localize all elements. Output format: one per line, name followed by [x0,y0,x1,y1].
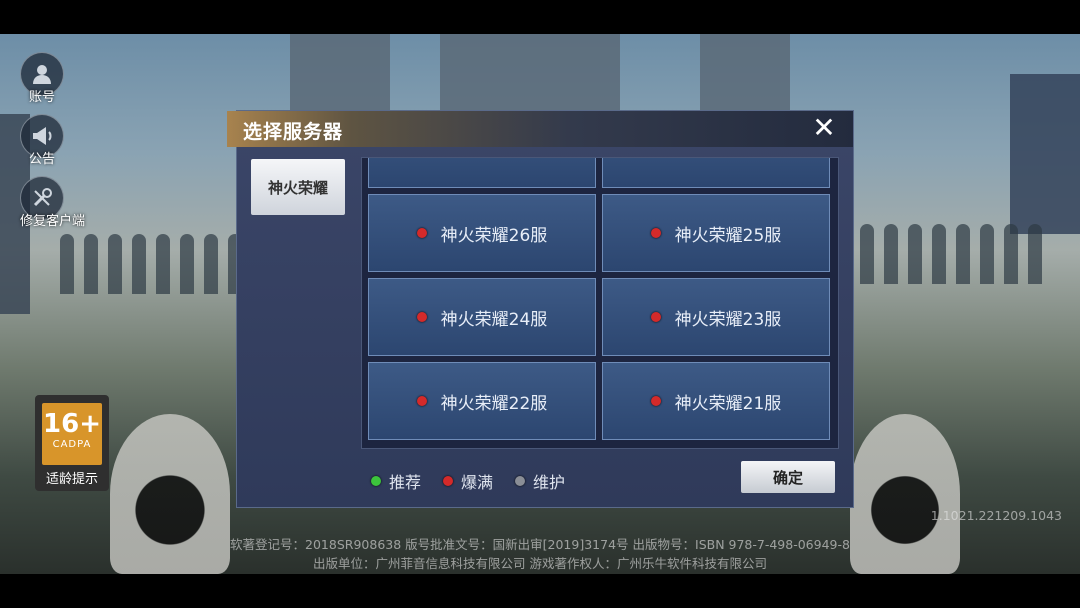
server-list[interactable]: 神火荣耀26服 神火荣耀25服 神火荣耀24服 神火荣耀23服 神火荣耀22服 … [361,157,839,449]
server-item-partial[interactable] [602,158,830,188]
age-tip-label: 适龄提示 [45,472,98,487]
notice-label: 公告 [28,152,55,167]
server-item[interactable]: 神火荣耀23服 [602,278,830,356]
account-label: 账号 [28,90,55,105]
status-full-dot [650,396,661,406]
tab-shenhuo-rongyao[interactable]: 神火荣耀 [251,159,345,215]
server-item[interactable]: 神火荣耀22服 [368,362,596,440]
arcade-right [860,224,1042,284]
server-name: 神火荣耀22服 [440,393,548,414]
age-rating-badge[interactable]: 16+ CADPA 适龄提示 [35,395,109,491]
status-maintenance-dot [515,476,526,486]
account-button[interactable]: 账号 [20,52,64,105]
server-name: 神火荣耀25服 [674,225,782,246]
castle-tower-far-right [1010,74,1080,234]
server-item[interactable]: 神火荣耀24服 [368,278,596,356]
status-recommend-dot [371,476,381,486]
repair-client-label: 修复客户端 [20,214,86,229]
server-name: 神火荣耀26服 [440,225,548,246]
legend-recommend-label: 推荐 [389,473,422,492]
repair-client-button[interactable]: 修复客户端 [20,176,86,229]
status-legend: 推荐 爆满 维护 [371,469,565,493]
legend-maintenance: 维护 [515,469,565,493]
legend-full-label: 爆满 [461,473,494,492]
version-text: 1.1021.221209.1043 [930,508,1062,523]
server-item[interactable]: 神火荣耀21服 [602,362,830,440]
cadpa-logo: 16+ CADPA [42,403,102,465]
server-name: 神火荣耀23服 [674,309,782,330]
dialog-title: 选择服务器 [243,121,344,143]
server-name: 神火荣耀21服 [674,393,782,414]
status-full-dot [416,228,427,238]
legend-recommend: 推荐 [371,469,421,493]
server-item[interactable]: 神火荣耀25服 [602,194,830,272]
copyright-line-2: 出版单位：广州菲音信息科技有限公司 游戏著作权人：广州乐牛软件科技有限公司 [313,556,767,571]
server-select-dialog: 选择服务器 ✕ 神火荣耀 神火荣耀26服 神火荣耀25服 神火荣耀24服 神火荣… [227,110,854,508]
server-item[interactable]: 神火荣耀26服 [368,194,596,272]
copyright-line-1: 软著登记号：2018SR908638 版号批准文号：国新出审[2019]3174… [230,537,850,552]
close-icon: ✕ [812,111,836,144]
legend-maintenance-label: 维护 [533,473,566,492]
status-full-dot [443,476,454,486]
status-full-dot [650,312,661,322]
notice-button[interactable]: 公告 [20,114,64,167]
arcade-left [60,234,242,294]
status-full-dot [416,312,427,322]
castle-center [440,34,620,114]
server-item-partial[interactable] [368,158,596,188]
status-full-dot [650,228,661,238]
close-button[interactable]: ✕ [809,113,839,143]
server-name: 神火荣耀24服 [440,309,548,330]
legend-full: 爆满 [443,469,493,493]
dialog-header: 选择服务器 ✕ [227,111,853,147]
status-full-dot [416,396,427,406]
confirm-button[interactable]: 确定 [741,461,835,493]
